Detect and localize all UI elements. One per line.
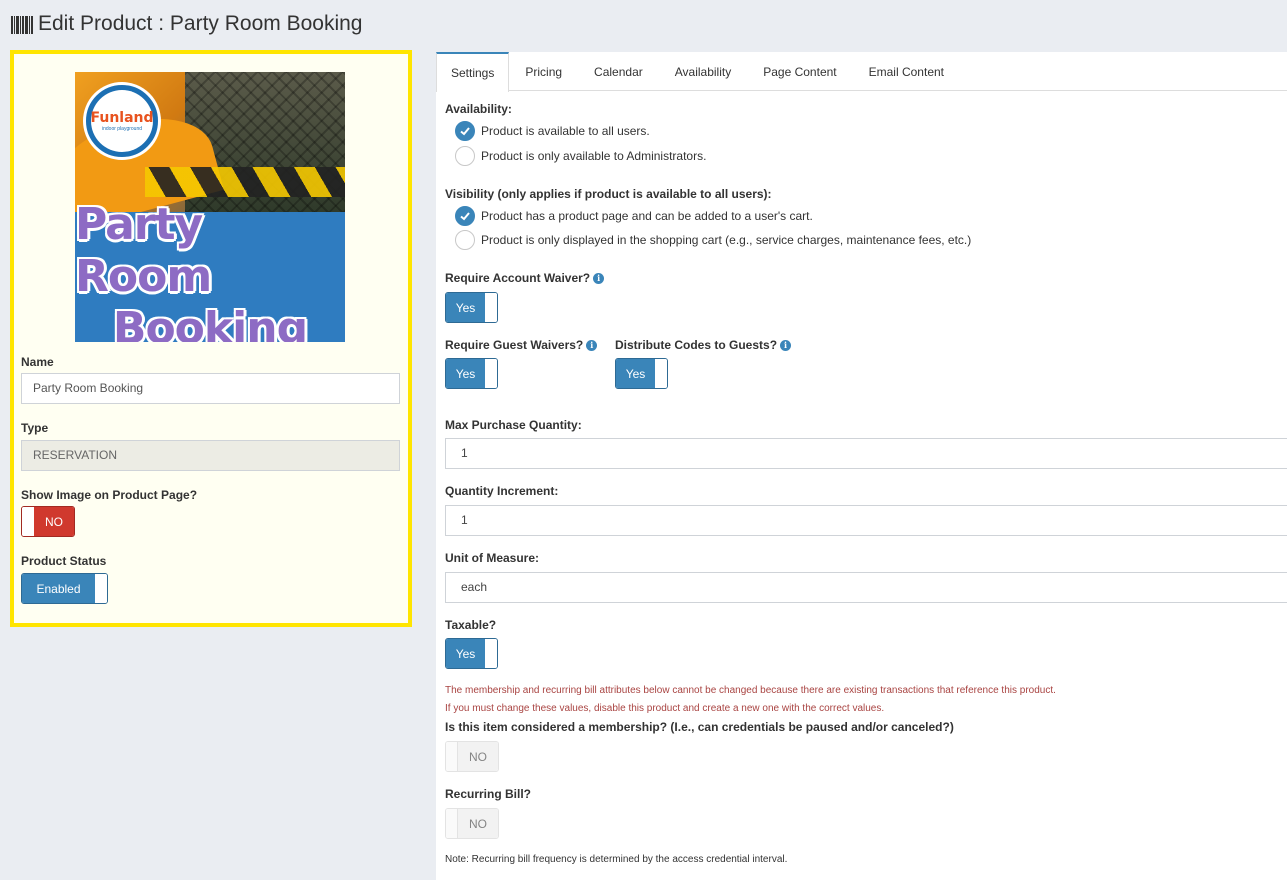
name-input[interactable]: Party Room Booking (21, 373, 400, 404)
tab-page-content[interactable]: Page Content (747, 52, 852, 91)
quantity-increment-label: Quantity Increment: (445, 484, 559, 498)
tab-pricing[interactable]: Pricing (509, 52, 578, 91)
membership-warning-line1: The membership and recurring bill attrib… (445, 685, 1056, 696)
tab-email-content[interactable]: Email Content (853, 52, 960, 91)
distribute-codes-label: Distribute Codes to Guests? i (615, 338, 792, 352)
page-title: Edit Product : Party Room Booking (38, 12, 363, 35)
availability-option-admins[interactable]: Product is only available to Administrat… (455, 146, 706, 166)
product-status-toggle[interactable]: Enabled (21, 573, 108, 604)
type-label: Type (21, 421, 49, 435)
radio-checked-icon[interactable] (455, 121, 475, 141)
max-purchase-input[interactable]: 1 (445, 438, 1287, 469)
radio-checked-icon[interactable] (455, 206, 475, 226)
tab-settings[interactable]: Settings (436, 52, 510, 92)
product-summary-panel: Funland indoor playground Party Room Boo… (10, 50, 412, 627)
info-icon[interactable]: i (780, 340, 792, 351)
quantity-increment-input[interactable]: 1 (445, 505, 1287, 536)
product-image: Funland indoor playground Party Room Boo… (75, 72, 345, 342)
availability-label: Availability: (445, 102, 512, 116)
require-guest-waivers-label: Require Guest Waivers? i (445, 338, 598, 352)
funland-logo: Funland indoor playground (83, 82, 161, 160)
taxable-label: Taxable? (445, 618, 497, 632)
tab-availability[interactable]: Availability (659, 52, 747, 91)
product-image-caption: Party Room Booking (75, 199, 345, 342)
product-status-label: Product Status (21, 554, 107, 568)
membership-toggle: NO (445, 741, 499, 772)
tab-bar: Settings Pricing Calendar Availability P… (436, 52, 1287, 92)
availability-option-all-users[interactable]: Product is available to all users. (455, 121, 650, 141)
membership-warning-line2: If you must change these values, disable… (445, 703, 885, 714)
unit-of-measure-label: Unit of Measure: (445, 551, 540, 565)
visibility-label: Visibility (only applies if product is a… (445, 187, 772, 201)
unit-of-measure-input[interactable]: each (445, 572, 1287, 603)
tab-calendar[interactable]: Calendar (578, 52, 659, 91)
max-purchase-label: Max Purchase Quantity: (445, 418, 582, 432)
distribute-codes-toggle[interactable]: Yes (615, 358, 668, 389)
show-image-label: Show Image on Product Page? (21, 488, 198, 502)
page-header: Edit Product : Party Room Booking (11, 12, 363, 36)
visibility-option-cart-only[interactable]: Product is only displayed in the shoppin… (455, 230, 971, 250)
info-icon[interactable]: i (586, 340, 598, 351)
recurring-bill-note: Note: Recurring bill frequency is determ… (445, 854, 788, 865)
type-field: RESERVATION (21, 440, 400, 471)
radio-unchecked-icon[interactable] (455, 230, 475, 250)
require-account-waiver-toggle[interactable]: Yes (445, 292, 498, 323)
require-account-waiver-label: Require Account Waiver? i (445, 271, 605, 285)
taxable-toggle[interactable]: Yes (445, 638, 498, 669)
show-image-toggle[interactable]: NO (21, 506, 75, 537)
radio-unchecked-icon[interactable] (455, 146, 475, 166)
name-label: Name (21, 355, 54, 369)
recurring-bill-toggle: NO (445, 808, 499, 839)
membership-label: Is this item considered a membership? (I… (445, 720, 954, 734)
recurring-bill-label: Recurring Bill? (445, 787, 532, 801)
product-settings-panel: Settings Pricing Calendar Availability P… (436, 52, 1287, 880)
barcode-icon (11, 14, 33, 34)
info-icon[interactable]: i (593, 273, 605, 284)
visibility-option-product-page[interactable]: Product has a product page and can be ad… (455, 206, 813, 226)
require-guest-waivers-toggle[interactable]: Yes (445, 358, 498, 389)
